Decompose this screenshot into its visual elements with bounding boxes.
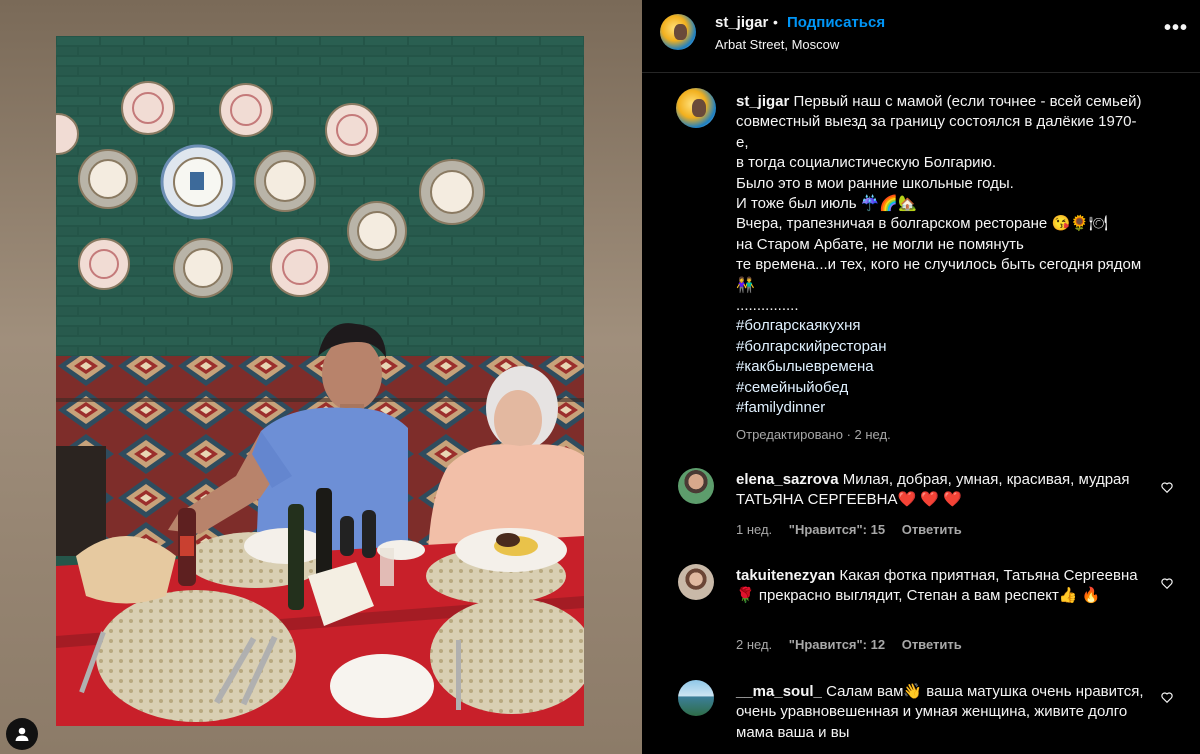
caption-line: Вчера, трапезничая в болгарском ресторан…	[736, 215, 1108, 233]
caption-author-avatar[interactable]	[676, 88, 716, 128]
hashtag-link[interactable]: #болгарскаякухня	[736, 316, 1166, 336]
reply-button[interactable]: Ответить	[902, 637, 962, 652]
commenter-username[interactable]: elena_sazrova	[736, 471, 839, 488]
hashtag-link[interactable]: #какбылыевремена	[736, 357, 1166, 377]
user-silhouette-icon	[15, 727, 29, 741]
comment-meta: 1 нед. "Нравится": 15 Ответить	[736, 522, 975, 537]
commenter-username[interactable]: takuitenezyan	[736, 567, 835, 584]
heart-outline-icon[interactable]	[1160, 576, 1174, 590]
author-username[interactable]: st_jigar	[715, 14, 768, 31]
comment-likes[interactable]: "Нравится": 12	[789, 637, 885, 652]
reply-button[interactable]: Ответить	[902, 522, 962, 537]
caption-line: ...............	[736, 297, 799, 315]
commenter-avatar[interactable]	[678, 468, 714, 504]
caption-line: Было это в мои ранние школьные годы.	[736, 174, 1014, 192]
hashtag-link[interactable]: #болгарскийресторан	[736, 337, 1166, 357]
caption-text: Первый наш с мамой (если точнее - всей с…	[793, 93, 1142, 110]
photo-panel	[0, 0, 642, 754]
hashtag-link[interactable]: #familydinner	[736, 398, 1166, 418]
comment-likes[interactable]: "Нравится": 15	[789, 522, 885, 537]
post-details-panel: st_jigar • Подписаться Arbat Street, Mos…	[642, 0, 1200, 754]
post-location[interactable]: Arbat Street, Moscow	[715, 37, 839, 52]
comment-time: 1 нед.	[736, 522, 773, 537]
header-separator: •	[773, 14, 778, 30]
profile-button[interactable]	[6, 718, 38, 750]
caption-line: те времена...и тех, кого не случилось бы…	[736, 256, 1142, 274]
comment-body: __ma_soul_ Салам вам👋 ваша матушка очень…	[736, 682, 1146, 743]
author-avatar[interactable]	[660, 14, 696, 50]
caption-line: совместный выезд за границу состоялся в …	[736, 113, 1137, 131]
comment-body: elena_sazrova Милая, добрая, умная, крас…	[736, 470, 1146, 511]
post-caption: st_jigar Первый наш с мамой (если точнее…	[736, 92, 1166, 419]
caption-username[interactable]: st_jigar	[736, 93, 789, 110]
hashtag-link[interactable]: #семейныйобед	[736, 378, 1166, 398]
restaurant-photo-illustration	[56, 36, 584, 726]
caption-line: в тогда социалистическую Болгарию.	[736, 154, 996, 172]
comment-time: 2 нед.	[736, 637, 773, 652]
caption-line: на Старом Арбате, не могли не помянуть	[736, 235, 1024, 253]
post-photo[interactable]	[56, 36, 584, 726]
caption-line: 👫	[736, 276, 755, 294]
caption-edited-timestamp: Отредактировано · 2 нед.	[736, 427, 891, 442]
caption-line: И тоже был июль ☔🌈🏡	[736, 195, 917, 213]
heart-outline-icon[interactable]	[1160, 690, 1174, 704]
caption-line: st_jigar Первый наш с мамой (если точнее…	[736, 92, 1166, 112]
commenter-avatar[interactable]	[678, 564, 714, 600]
more-horizontal-icon[interactable]: •••	[1164, 18, 1188, 38]
comment-body: takuitenezyan Какая фотка приятная, Тать…	[736, 566, 1146, 607]
heart-outline-icon[interactable]	[1160, 480, 1174, 494]
caption-line: е,	[736, 133, 749, 151]
comment-meta: 2 нед. "Нравится": 12 Ответить	[736, 637, 975, 652]
commenter-username[interactable]: __ma_soul_	[736, 683, 822, 700]
follow-button[interactable]: Подписаться	[787, 14, 885, 31]
commenter-avatar[interactable]	[678, 680, 714, 716]
post-header: st_jigar • Подписаться Arbat Street, Mos…	[642, 0, 1200, 73]
